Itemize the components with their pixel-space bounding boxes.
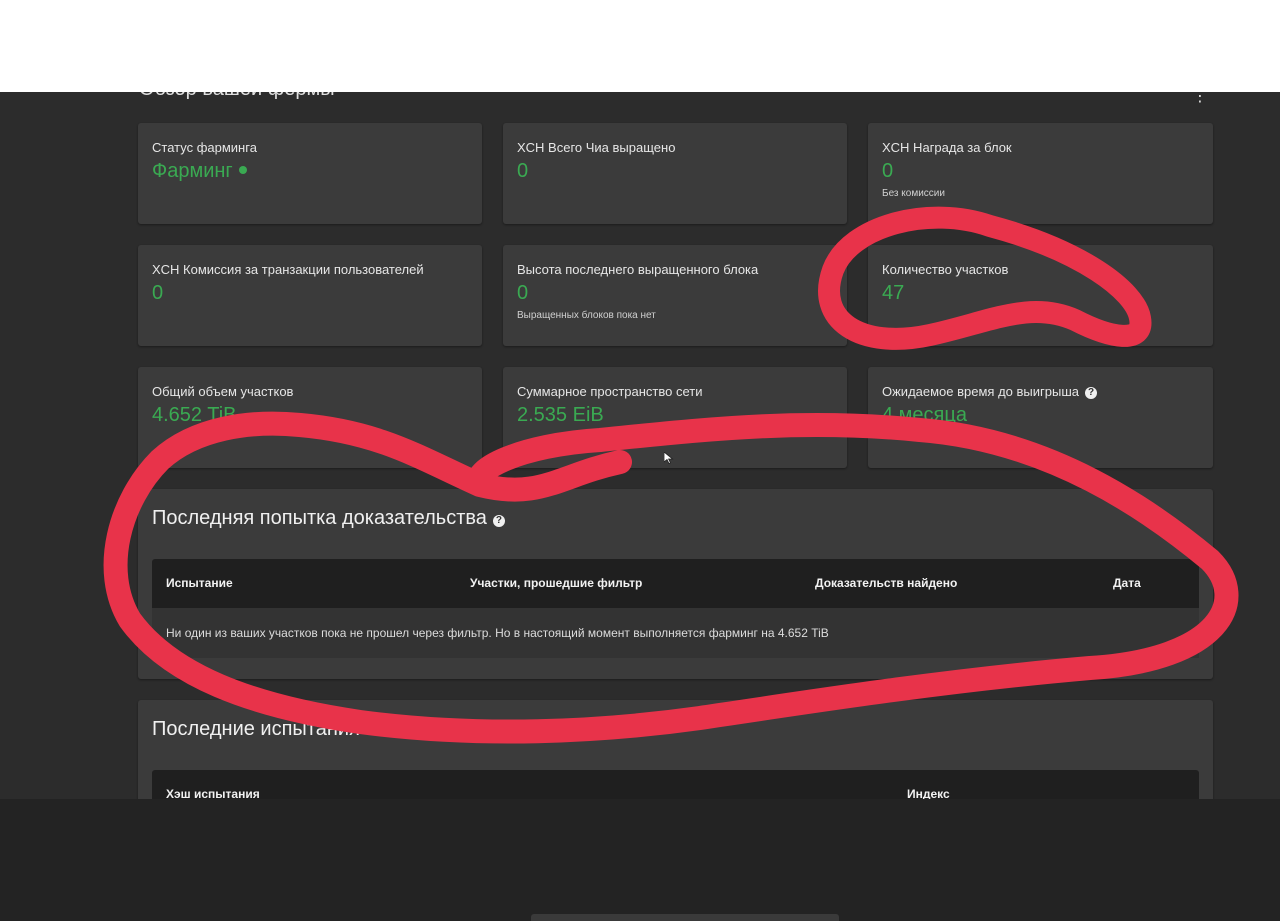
expected-time-label: Ожидаемое время до выигрыша — [882, 384, 1079, 399]
mouse-cursor-icon — [664, 452, 674, 464]
card-label: Общий объем участков — [152, 384, 294, 399]
card-total-network-space: Суммарное пространство сети 2.535 EiB — [503, 367, 847, 468]
top-white-margin — [0, 0, 1280, 92]
card-last-block-height: Высота последнего выращенного блока 0 Вы… — [503, 245, 847, 346]
card-subtext: Без комиссии — [882, 188, 945, 199]
latest-proof-panel: Последняя попытка доказательства? Испыта… — [138, 489, 1213, 679]
help-icon[interactable]: ? — [492, 515, 505, 527]
card-total-plot-size: Общий объем участков 4.652 TiB — [138, 367, 482, 468]
card-user-transaction-fees: XCH Комиссия за транзакции пользователей… — [138, 245, 482, 346]
card-farming-status: Статус фарминга Фарминг — [138, 123, 482, 224]
panel-title: Последняя попытка доказательства? — [152, 507, 505, 530]
card-block-rewards: XCH Награда за блок 0 Без комиссии — [868, 123, 1213, 224]
help-icon[interactable]: ? — [1085, 387, 1097, 399]
card-label: Количество участков — [882, 262, 1009, 277]
column-challenge[interactable]: Испытание — [166, 576, 233, 590]
card-value: 4 месяца — [882, 404, 967, 426]
card-label: XCH Всего Чиа выращено — [517, 140, 676, 155]
card-plot-count: Количество участков 47 — [868, 245, 1213, 346]
farm-dashboard: Обзор вашей фермы ⋮ Статус фарминга Фарм… — [0, 92, 1280, 799]
card-value: 0 — [517, 282, 529, 304]
column-plots-passed-filter[interactable]: Участки, прошедшие фильтр — [470, 576, 642, 590]
card-value: 4.652 TiB — [152, 404, 237, 426]
card-label: Высота последнего выращенного блока — [517, 262, 759, 277]
card-value: 2.535 EiB — [517, 404, 604, 426]
card-label: Статус фарминга — [152, 140, 257, 155]
latest-challenges-panel: Последние испытания Хэш испытания Индекс — [138, 700, 1213, 799]
farming-status-value: Фарминг — [152, 160, 233, 182]
card-value: 0 — [517, 160, 529, 182]
empty-state-message: Ни один из ваших участков пока не прошел… — [166, 626, 829, 640]
column-challenge-hash[interactable]: Хэш испытания — [166, 787, 260, 799]
bottom-bar — [0, 799, 1280, 921]
proof-panel-title-text: Последняя попытка доказательства — [152, 507, 487, 529]
card-label: Ожидаемое время до выигрыша? — [882, 384, 1097, 399]
card-expected-time-to-win: Ожидаемое время до выигрыша? 4 месяца — [868, 367, 1213, 468]
column-proofs-found[interactable]: Доказательств найдено — [815, 576, 957, 590]
card-value: Фарминг — [152, 160, 247, 183]
panel-title: Последние испытания — [152, 718, 360, 740]
card-value: 47 — [882, 282, 905, 304]
challenges-table-header: Хэш испытания Индекс — [152, 770, 1199, 799]
column-date[interactable]: Дата — [1113, 576, 1141, 590]
section-title: Обзор вашей фермы — [139, 92, 335, 101]
card-label: Суммарное пространство сети — [517, 384, 703, 399]
card-label: XCH Комиссия за транзакции пользователей — [152, 262, 424, 277]
card-total-chia-farmed: XCH Всего Чиа выращено 0 — [503, 123, 847, 224]
table-row: Ни один из ваших участков пока не прошел… — [152, 608, 1199, 658]
card-subtext: Выращенных блоков пока нет — [517, 310, 656, 321]
card-label: XCH Награда за блок — [882, 140, 1012, 155]
proof-table-header: Испытание Участки, прошедшие фильтр Дока… — [152, 559, 1199, 608]
card-value: 0 — [882, 160, 894, 182]
card-value: 0 — [152, 282, 164, 304]
status-dot-icon — [238, 166, 247, 174]
more-menu-icon[interactable]: ⋮ — [1192, 92, 1208, 106]
bottom-handle[interactable] — [531, 914, 839, 921]
column-index[interactable]: Индекс — [907, 787, 950, 799]
